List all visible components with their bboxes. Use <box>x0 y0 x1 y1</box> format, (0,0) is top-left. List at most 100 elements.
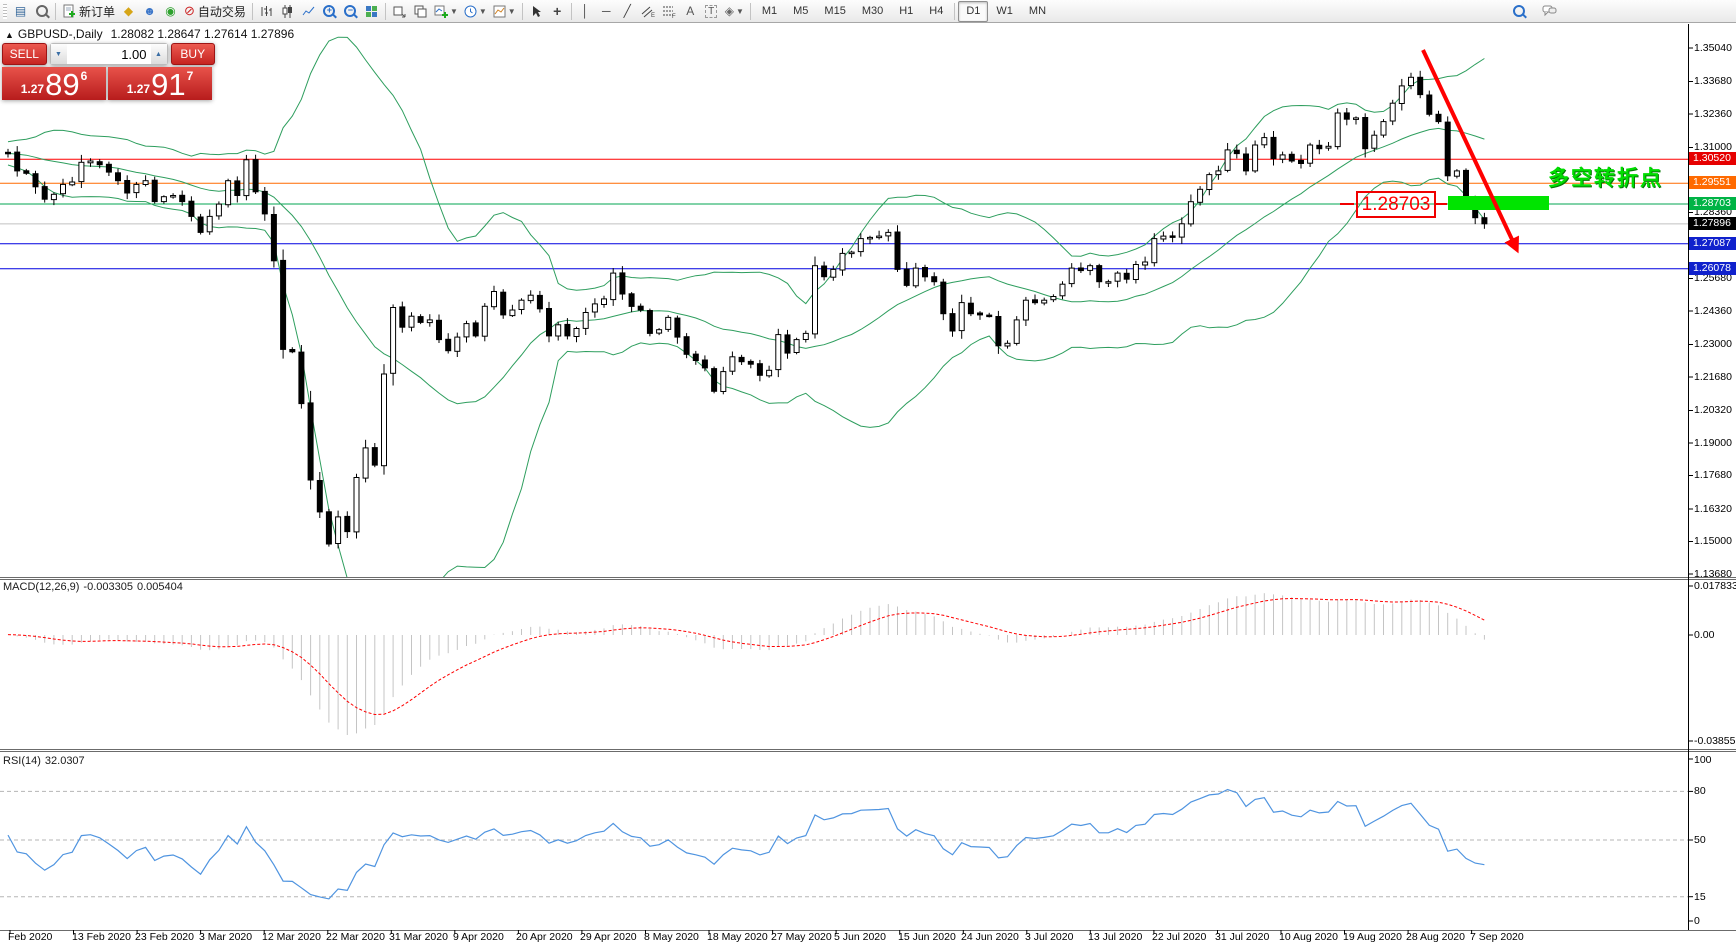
timeframe-button-H1[interactable]: H1 <box>891 1 921 22</box>
support-label-connector-right <box>1436 203 1447 205</box>
date-axis-label: 9 Apr 2020 <box>453 931 504 942</box>
date-axis-label: 3 Mar 2020 <box>199 931 253 942</box>
svg-text:E: E <box>651 13 655 18</box>
price-tick-label: 1.21680 <box>1694 371 1732 383</box>
crosshair-icon: + <box>553 3 562 19</box>
date-axis-label: 13 Jul 2020 <box>1088 931 1143 942</box>
date-axis-label: 27 May 2020 <box>771 931 832 942</box>
candlestick-icon <box>282 4 292 18</box>
favorites-button[interactable]: ◆ <box>118 2 139 21</box>
buy-button[interactable]: BUY <box>170 43 215 65</box>
date-axis-label: 5 Jun 2020 <box>834 931 886 942</box>
main-toolbar: ▤ 新订单 ◆ ☻ ◉ ⊘ 自动交易 + − ▼ ▼ ▼ + │ ─ ╱ E F… <box>0 0 1736 23</box>
timeframe-button-MN[interactable]: MN <box>1021 1 1054 22</box>
chat-button[interactable] <box>1539 1 1560 20</box>
arrange-windows-button[interactable] <box>389 2 410 21</box>
date-axis-label: 24 Jun 2020 <box>961 931 1019 942</box>
cursor-icon <box>533 5 542 17</box>
date-axis-label: 8 May 2020 <box>644 931 699 942</box>
new-order-icon <box>63 4 75 18</box>
collapse-arrow-icon[interactable]: ▲ <box>5 30 14 40</box>
fibonacci-icon: F <box>663 6 676 18</box>
line-chart-mode-button[interactable] <box>298 2 319 21</box>
date-axis-label: 13 Feb 2020 <box>72 931 131 942</box>
period-button[interactable]: ▼ <box>461 2 490 21</box>
tile-windows-button[interactable] <box>361 2 382 21</box>
timeframe-button-M5[interactable]: M5 <box>785 1 816 22</box>
fibonacci-tool-button[interactable]: F <box>659 2 680 21</box>
cursor-tool-button[interactable] <box>526 2 547 21</box>
auto-trading-label: 自动交易 <box>197 4 246 19</box>
text-label-icon: T <box>705 4 718 18</box>
date-axis-label: 29 Apr 2020 <box>580 931 637 942</box>
chevron-down-icon: ▼ <box>478 6 487 16</box>
date-axis-label: 22 Jul 2020 <box>1152 931 1207 942</box>
trendline-tool-button[interactable]: ╱ <box>617 2 638 21</box>
journal-button[interactable]: ▤ <box>10 2 31 21</box>
chat-icon <box>1542 5 1557 17</box>
timeframe-button-H4[interactable]: H4 <box>921 1 951 22</box>
turning-point-annotation[interactable]: 多空转折点 <box>1548 162 1663 192</box>
cascade-windows-icon <box>414 5 427 17</box>
cascade-windows-button[interactable] <box>410 2 431 21</box>
sell-button[interactable]: SELL <box>2 43 47 65</box>
volume-input[interactable] <box>66 44 151 64</box>
new-chart-button[interactable]: ▼ <box>431 2 461 21</box>
text-tool-button[interactable]: A <box>680 2 701 21</box>
bar-chart-mode-button[interactable] <box>256 2 277 21</box>
chevron-down-icon: ▼ <box>507 6 516 16</box>
community-button[interactable]: ☻ <box>139 2 160 21</box>
price-tick-label: 1.19000 <box>1694 437 1732 449</box>
date-axis-label: 7 Sep 2020 <box>1470 931 1524 942</box>
search-button[interactable] <box>1508 1 1529 20</box>
date-axis-label: 28 Aug 2020 <box>1406 931 1465 942</box>
volume-decrease-button[interactable]: ▼ <box>50 44 67 64</box>
crosshair-tool-button[interactable]: + <box>547 2 568 21</box>
timeframe-button-M15[interactable]: M15 <box>816 1 853 22</box>
rsi-axis-label: 15 <box>1694 891 1706 903</box>
timeframe-button-W1[interactable]: W1 <box>988 1 1021 22</box>
date-axis-label: 18 May 2020 <box>707 931 768 942</box>
horizontal-line-icon: ─ <box>601 4 611 18</box>
volume-increase-button[interactable]: ▲ <box>150 44 167 64</box>
price-tick-label: 1.32360 <box>1694 108 1732 120</box>
price-tick-label: 1.16320 <box>1694 503 1732 515</box>
timeframe-button-M1[interactable]: M1 <box>754 1 785 22</box>
zoom-out-button[interactable]: − <box>340 2 361 21</box>
template-button[interactable]: ▼ <box>490 2 519 21</box>
macd-axis-label: -0.038559 <box>1694 735 1736 747</box>
sell-price-display[interactable]: 1.27 89 6 <box>2 67 106 100</box>
rsi-axis-label: 80 <box>1694 785 1706 797</box>
trendline-icon: ╱ <box>623 4 631 18</box>
template-icon <box>493 5 506 17</box>
buy-price-display[interactable]: 1.27 91 7 <box>108 67 212 100</box>
horizontal-line-tool-button[interactable]: ─ <box>596 2 617 21</box>
timeframe-button-D1[interactable]: D1 <box>958 0 989 22</box>
price-badge: 1.28703 <box>1689 197 1736 210</box>
timeframe-button-M30[interactable]: M30 <box>854 1 891 22</box>
support-price-label[interactable]: 1.28703 <box>1356 191 1436 218</box>
channel-icon: E <box>641 6 655 18</box>
price-tick-label: 1.33680 <box>1694 75 1732 87</box>
signals-button[interactable]: ◉ <box>160 2 181 21</box>
tile-windows-icon <box>365 5 377 17</box>
search-icon <box>1512 4 1525 17</box>
candlestick-mode-button[interactable] <box>277 2 298 21</box>
chart-canvas[interactable] <box>0 0 1736 942</box>
vertical-line-tool-button[interactable]: │ <box>575 2 596 21</box>
label-tool-button[interactable]: T <box>701 2 722 21</box>
zoom-in-icon: + <box>323 5 336 17</box>
new-order-button[interactable]: 新订单 <box>59 2 118 21</box>
channel-tool-button[interactable]: E <box>638 2 659 21</box>
rsi-axis-label: 50 <box>1694 834 1706 846</box>
shapes-tool-button[interactable]: ◈ ▼ <box>722 2 747 21</box>
sell-price-prefix: 1.27 <box>20 82 45 96</box>
symbol-info: ▲ GBPUSD-,Daily 1.28082 1.28647 1.27614 1.… <box>5 27 294 41</box>
buy-price-sup: 7 <box>186 69 194 83</box>
toolbar-grip <box>3 3 7 19</box>
gold-diamond-icon: ◆ <box>123 4 134 18</box>
market-watch-button[interactable] <box>31 2 52 21</box>
rsi-axis-label: 0 <box>1694 915 1700 927</box>
zoom-in-button[interactable]: + <box>319 2 340 21</box>
auto-trading-button[interactable]: ⊘ 自动交易 <box>181 2 249 21</box>
